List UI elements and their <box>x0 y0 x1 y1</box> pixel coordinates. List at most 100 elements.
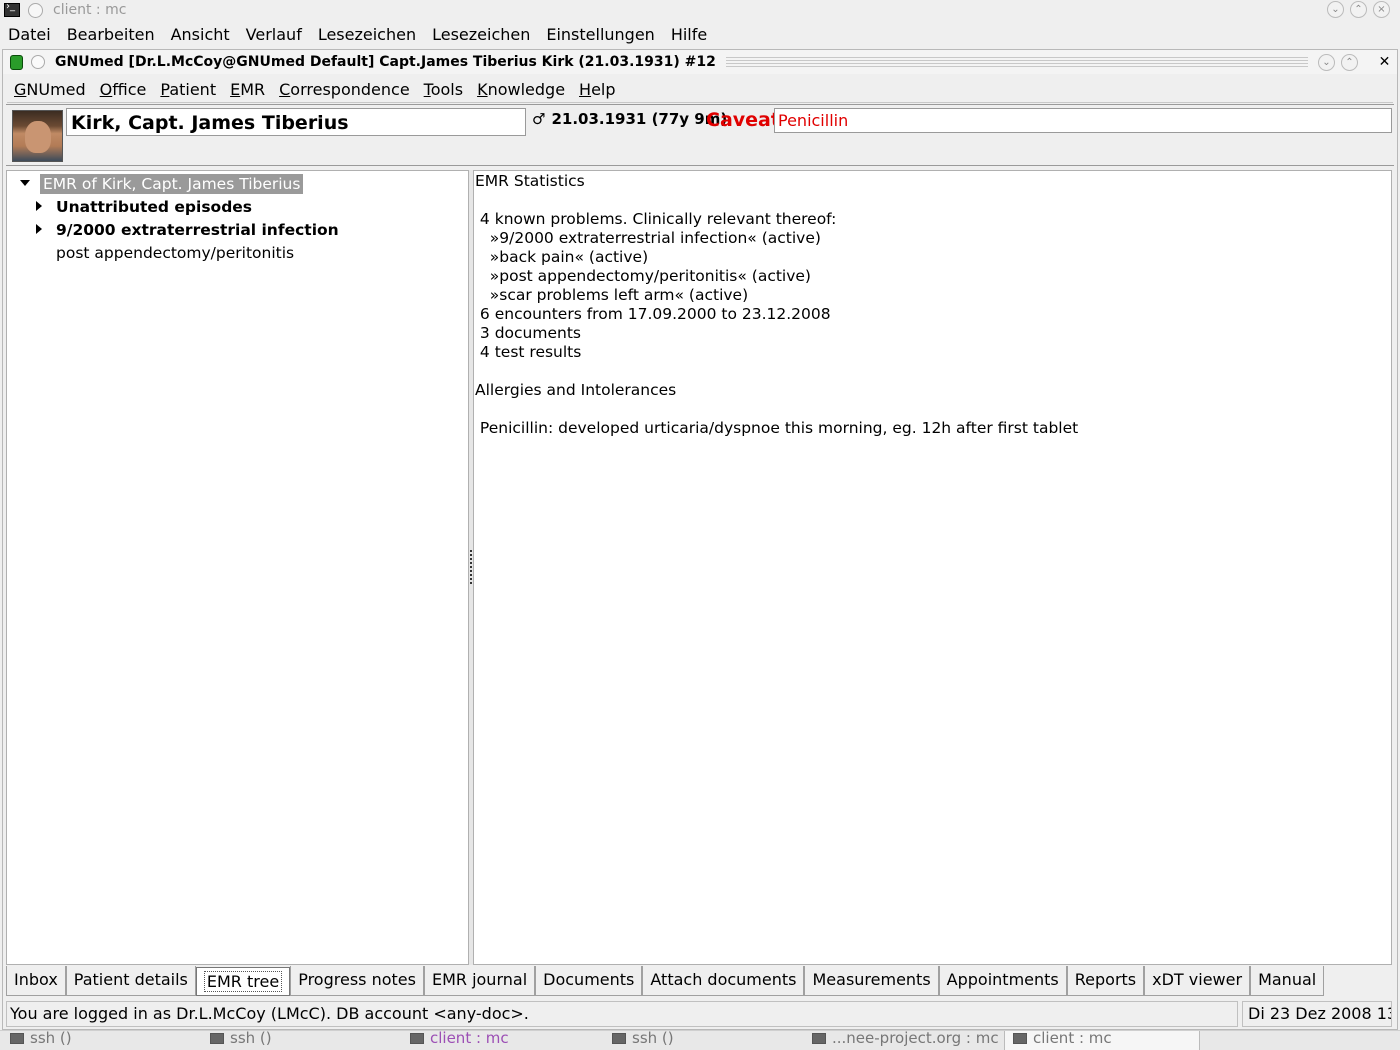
menu-verlauf[interactable]: Verlauf <box>246 25 302 44</box>
terminal-icon <box>1013 1032 1027 1044</box>
taskbar-item-label: ...nee-project.org : mc <box>832 1030 999 1047</box>
menu-lesezeichen-2[interactable]: Lesezeichen <box>432 25 530 44</box>
taskbar-item[interactable]: client : mc <box>410 1030 509 1050</box>
taskbar-item[interactable]: ssh () <box>10 1031 72 1050</box>
stats-line: Penicillin: developed urticaria/dyspnoe … <box>475 419 1079 437</box>
stats-line: 3 documents <box>475 324 581 342</box>
maximize-button[interactable]: ⌃ <box>1350 1 1367 18</box>
menu-gnumed[interactable]: GNUmed <box>14 80 86 99</box>
status-login: You are logged in as Dr.L.McCoy (LMcC). … <box>6 1001 1238 1027</box>
outer-menu-bar: Datei Bearbeiten Ansicht Verlauf Lesezei… <box>0 22 1400 47</box>
patient-bar: Kirk, Capt. James Tiberius ♂ 21.03.1931 (… <box>6 104 1394 166</box>
tab-documents[interactable]: Documents <box>535 966 643 996</box>
patient-photo[interactable] <box>12 110 63 162</box>
stats-line: 4 test results <box>475 343 582 361</box>
caveat-field[interactable]: Penicillin <box>774 108 1392 133</box>
gnumed-title-bar: GNUmed [Dr.L.McCoy@GNUmed Default] Capt.… <box>3 50 1397 74</box>
tab-attach-documents[interactable]: Attach documents <box>642 966 805 996</box>
outer-title-bar: client : mc ⌄ ⌃ × <box>0 0 1400 20</box>
tab-label: Manual <box>1258 970 1317 989</box>
menu-einstellungen[interactable]: Einstellungen <box>546 25 654 44</box>
stats-line: 6 encounters from 17.09.2000 to 23.12.20… <box>475 305 831 323</box>
tab-reports[interactable]: Reports <box>1066 966 1145 996</box>
notebook-tabs: Inbox Patient details EMR tree Progress not… <box>6 966 1325 997</box>
patient-dob: ♂ 21.03.1931 (77y 9m) <box>532 110 727 128</box>
menu-knowledge[interactable]: Knowledge <box>477 80 565 99</box>
taskbar: ssh () ssh () client : mc ssh () ...nee-proj… <box>0 1030 1400 1050</box>
pin-icon[interactable] <box>28 2 43 18</box>
tab-measurements[interactable]: Measurements <box>804 966 939 996</box>
menu-emr-rest: MR <box>240 79 266 99</box>
tab-manual[interactable]: Manual <box>1250 966 1325 996</box>
stats-line <box>475 362 1078 381</box>
stats-line: »post appendectomy/peritonitis« (active) <box>475 267 811 285</box>
minimize-button[interactable]: ⌄ <box>1318 53 1335 71</box>
menu-tools[interactable]: Tools <box>424 80 463 99</box>
tree-node-infection[interactable]: 9/2000 extraterrestrial infection <box>56 221 339 239</box>
menu-datei[interactable]: Datei <box>8 25 51 44</box>
tab-emr-tree[interactable]: EMR tree <box>195 967 291 996</box>
menu-emr[interactable]: EMR <box>230 80 265 99</box>
taskbar-item-label: ssh () <box>230 1030 272 1047</box>
caveat-label: Caveat <box>706 109 780 131</box>
tree-root[interactable]: EMR of Kirk, Capt. James Tiberius <box>40 174 304 194</box>
patient-name-field[interactable]: Kirk, Capt. James Tiberius <box>66 108 526 136</box>
stats-line <box>475 191 1078 210</box>
stats-line: »9/2000 extraterrestrial infection« (act… <box>475 229 821 247</box>
menu-knowledge-mnemonic: K <box>477 79 488 99</box>
tab-label: Documents <box>543 970 635 989</box>
taskbar-item[interactable]: ...nee-project.org : mc <box>812 1030 999 1050</box>
menu-help[interactable]: Help <box>579 80 615 99</box>
tab-label: Attach documents <box>650 970 797 989</box>
tab-emr-journal[interactable]: EMR journal <box>423 966 536 996</box>
emr-stats-pane: EMR Statistics 4 known problems. Clinica… <box>473 170 1392 965</box>
taskbar-item[interactable]: ssh () <box>210 1030 272 1050</box>
tab-label: Appointments <box>946 970 1059 989</box>
close-button[interactable]: × <box>1373 1 1390 18</box>
menu-office[interactable]: Office <box>100 80 147 99</box>
terminal-icon <box>410 1032 424 1044</box>
tree-node-unattributed[interactable]: Unattributed episodes <box>56 198 252 216</box>
menu-knowledge-rest: nowledge <box>487 79 566 99</box>
menu-gnumed-mnemonic: G <box>14 79 27 99</box>
pin-icon[interactable] <box>31 55 45 69</box>
tab-progress-notes[interactable]: Progress notes <box>290 966 424 996</box>
emr-stats-text: EMR Statistics 4 known problems. Clinica… <box>474 171 1078 438</box>
tab-xdt-viewer[interactable]: xDT viewer <box>1144 966 1251 996</box>
menu-gnumed-rest: NUmed <box>26 79 86 99</box>
menu-tools-rest: ools <box>430 79 464 99</box>
menu-help-rest: elp <box>591 79 616 99</box>
menu-help-mnemonic: H <box>579 79 592 99</box>
menu-bearbeiten[interactable]: Bearbeiten <box>67 25 155 44</box>
menu-correspondence[interactable]: Correspondence <box>279 80 410 99</box>
taskbar-item-label: client : mc <box>430 1030 509 1047</box>
terminal-icon <box>10 1032 24 1044</box>
menu-office-rest: ffice <box>112 79 147 99</box>
tab-appointments[interactable]: Appointments <box>938 966 1067 996</box>
tab-inbox[interactable]: Inbox <box>6 966 66 996</box>
maximize-button[interactable]: ⌃ <box>1341 53 1358 71</box>
minimize-button[interactable]: ⌄ <box>1327 1 1344 18</box>
close-icon[interactable]: ✕ <box>1376 54 1393 71</box>
menu-patient[interactable]: Patient <box>160 80 216 99</box>
taskbar-item[interactable]: ssh () <box>612 1031 674 1050</box>
terminal-icon <box>210 1032 224 1044</box>
gnumed-menu-bar: GNUmed Office Patient EMR Correspondence… <box>7 76 1393 103</box>
menu-patient-rest: atient <box>169 79 217 99</box>
menu-lesezeichen[interactable]: Lesezeichen <box>318 25 416 44</box>
menu-office-mnemonic: O <box>99 79 113 99</box>
tree-node-appendectomy[interactable]: post appendectomy/peritonitis <box>56 244 294 262</box>
collapse-triangle-icon[interactable] <box>20 180 30 186</box>
expand-triangle-icon[interactable] <box>36 201 42 211</box>
title-grip <box>725 57 1308 67</box>
tab-patient-details[interactable]: Patient details <box>65 966 196 996</box>
stats-line: 4 known problems. Clinically relevant th… <box>475 210 837 228</box>
expand-triangle-icon[interactable] <box>36 224 42 234</box>
splitter-grip[interactable] <box>470 550 472 586</box>
menu-hilfe[interactable]: Hilfe <box>671 25 707 44</box>
menu-ansicht[interactable]: Ansicht <box>171 25 230 44</box>
stats-line: EMR Statistics <box>475 172 585 190</box>
menu-correspondence-mnemonic: C <box>279 79 291 99</box>
taskbar-item[interactable]: client : mc <box>1004 1031 1200 1050</box>
emr-tree-pane[interactable]: EMR of Kirk, Capt. James Tiberius Unattr… <box>6 170 469 965</box>
